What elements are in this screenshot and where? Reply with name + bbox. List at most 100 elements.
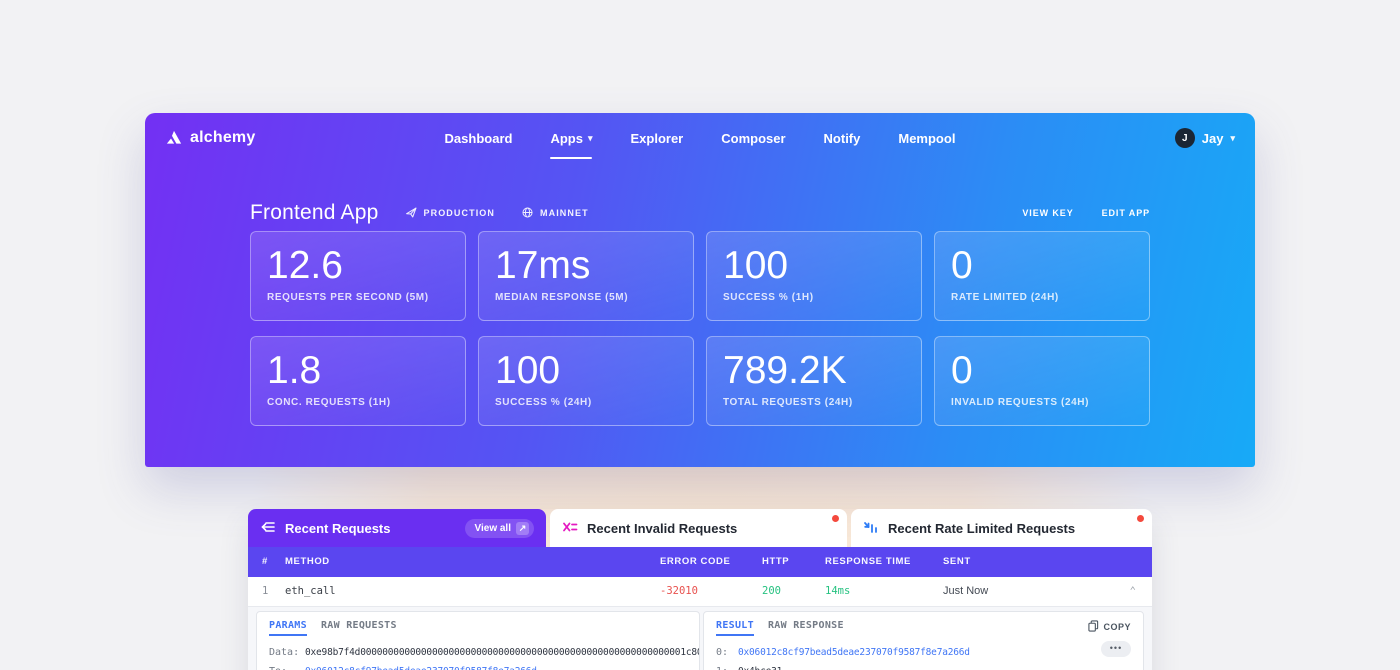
collapse-row-icon[interactable]: ⌃ xyxy=(1130,577,1136,606)
stat-median-response: 17ms MEDIAN RESPONSE (5M) xyxy=(478,231,694,321)
production-badge-label: PRODUCTION xyxy=(424,208,496,218)
tab-raw-requests[interactable]: RAW REQUESTS xyxy=(321,620,397,636)
top-navbar: alchemy Dashboard Apps ▾ Explorer Compos… xyxy=(145,113,1255,163)
mainnet-badge-label: MAINNET xyxy=(540,208,589,218)
view-key-button[interactable]: VIEW KEY xyxy=(1022,208,1073,218)
nav-dashboard[interactable]: Dashboard xyxy=(445,131,513,146)
result-tabs: RESULT RAW RESPONSE xyxy=(716,620,1131,636)
chevron-down-icon: ▾ xyxy=(1230,133,1235,144)
stat-requests-per-second: 12.6 REQUESTS PER SECOND (5M) xyxy=(250,231,466,321)
tab-recent-requests[interactable]: Recent Requests View all ↗ xyxy=(248,509,546,547)
notification-dot xyxy=(832,515,839,522)
stat-success-1h: 100 SUCCESS % (1H) xyxy=(706,231,922,321)
tab-label: Recent Rate Limited Requests xyxy=(888,521,1075,536)
stat-value: 0 xyxy=(951,349,1133,393)
app-header: Frontend App PRODUCTION MAINNET VIEW KEY… xyxy=(250,201,1150,225)
copy-icon xyxy=(1088,620,1099,634)
tab-result[interactable]: RESULT xyxy=(716,620,754,636)
row-http-status: 200 xyxy=(762,577,781,606)
avatar: J xyxy=(1175,128,1195,148)
stat-value: 12.6 xyxy=(267,244,449,288)
stat-value: 100 xyxy=(723,244,905,288)
table-row[interactable]: 1 eth_call -32010 200 14ms Just Now ⌃ xyxy=(248,577,1152,607)
view-all-button[interactable]: View all ↗ xyxy=(465,519,534,538)
arrow-up-right-icon: ↗ xyxy=(516,522,529,535)
result-row-1: 1: 0x4bce31 xyxy=(716,663,1131,670)
stat-concurrent-requests: 1.8 CONC. REQUESTS (1H) xyxy=(250,336,466,426)
stat-value: 1.8 xyxy=(267,349,449,393)
param-data-row: Data: 0xe98b7f4d000000000000000000000000… xyxy=(269,644,687,663)
stat-label: CONC. REQUESTS (1H) xyxy=(267,397,449,408)
stat-label: RATE LIMITED (24H) xyxy=(951,292,1133,303)
recent-requests-panel: Recent Requests View all ↗ Recent Invali… xyxy=(248,509,1152,670)
tab-recent-invalid-requests[interactable]: Recent Invalid Requests xyxy=(550,509,847,547)
tab-recent-rate-limited-requests[interactable]: Recent Rate Limited Requests xyxy=(851,509,1152,547)
edit-app-button[interactable]: EDIT APP xyxy=(1102,208,1150,218)
column-error-code: ERROR CODE xyxy=(660,547,730,577)
request-result-panel: RESULT RAW RESPONSE 0: 0x06012c8cf97bead… xyxy=(703,611,1144,670)
column-sent: SENT xyxy=(943,547,971,577)
stat-success-24h: 100 SUCCESS % (24H) xyxy=(478,336,694,426)
column-response-time: RESPONSE TIME xyxy=(825,547,911,577)
notification-dot xyxy=(1137,515,1144,522)
stat-total-requests: 789.2K TOTAL REQUESTS (24H) xyxy=(706,336,922,426)
stat-label: SUCCESS % (1H) xyxy=(723,292,905,303)
request-params-panel: PARAMS RAW REQUESTS Data: 0xe98b7f4d0000… xyxy=(256,611,700,670)
stat-value: 0 xyxy=(951,244,1133,288)
nav-composer[interactable]: Composer xyxy=(721,131,785,146)
result-row-0: 0: 0x06012c8cf97bead5deae237070f9587f8e7… xyxy=(716,644,1131,663)
stat-rate-limited: 0 RATE LIMITED (24H) xyxy=(934,231,1150,321)
param-to-address-link[interactable]: 0x06012c8cf97bead5deae237070f9587f8e7a26… xyxy=(305,663,537,670)
invalid-requests-icon xyxy=(562,520,578,537)
column-index: # xyxy=(262,547,268,577)
column-method: METHOD xyxy=(285,547,330,577)
rocket-icon xyxy=(405,206,418,221)
rate-limited-icon xyxy=(863,520,879,537)
result-value: 0x4bce31 xyxy=(738,663,782,670)
param-label: To: xyxy=(269,663,305,670)
result-address-link[interactable]: 0x06012c8cf97bead5deae237070f9587f8e7a26… xyxy=(738,644,970,663)
nav-notify[interactable]: Notify xyxy=(824,131,861,146)
view-all-label: View all xyxy=(474,523,511,534)
row-index: 1 xyxy=(262,577,268,606)
chevron-down-icon: ▾ xyxy=(588,133,593,144)
copy-label: COPY xyxy=(1103,622,1131,632)
nav-mempool[interactable]: Mempool xyxy=(898,131,955,146)
stat-label: MEDIAN RESPONSE (5M) xyxy=(495,292,677,303)
stat-value: 17ms xyxy=(495,244,677,288)
more-options-button[interactable]: ••• xyxy=(1101,641,1131,657)
param-to-row: To: 0x06012c8cf97bead5deae237070f9587f8e… xyxy=(269,663,687,670)
copy-button[interactable]: COPY xyxy=(1088,620,1131,634)
user-menu[interactable]: J Jay ▾ xyxy=(1175,113,1235,163)
param-label: Data: xyxy=(269,644,305,663)
requests-icon xyxy=(260,519,276,538)
params-tabs: PARAMS RAW REQUESTS xyxy=(269,620,687,636)
mainnet-badge: MAINNET xyxy=(521,206,589,221)
stat-invalid-requests: 0 INVALID REQUESTS (24H) xyxy=(934,336,1150,426)
param-data-value: 0xe98b7f4d000000000000000000000000000000… xyxy=(305,644,700,663)
tab-raw-response[interactable]: RAW RESPONSE xyxy=(768,620,844,636)
row-sent: Just Now xyxy=(943,577,988,606)
tab-label: Recent Invalid Requests xyxy=(587,521,737,536)
nav-apps[interactable]: Apps ▾ xyxy=(550,131,592,146)
stat-label: INVALID REQUESTS (24H) xyxy=(951,397,1133,408)
production-badge: PRODUCTION xyxy=(405,206,496,221)
tab-params[interactable]: PARAMS xyxy=(269,620,307,636)
row-response-time: 14ms xyxy=(825,577,850,606)
stat-label: SUCCESS % (24H) xyxy=(495,397,677,408)
row-error-code: -32010 xyxy=(660,577,698,606)
request-detail: PARAMS RAW REQUESTS Data: 0xe98b7f4d0000… xyxy=(248,607,1152,670)
nav-explorer[interactable]: Explorer xyxy=(630,131,683,146)
column-http: HTTP xyxy=(762,547,789,577)
result-label: 0: xyxy=(716,644,738,663)
app-actions: VIEW KEY EDIT APP xyxy=(1022,208,1150,218)
globe-icon xyxy=(521,206,534,221)
stat-label: TOTAL REQUESTS (24H) xyxy=(723,397,905,408)
stats-grid: 12.6 REQUESTS PER SECOND (5M) 17ms MEDIA… xyxy=(250,231,1150,426)
stat-label: REQUESTS PER SECOND (5M) xyxy=(267,292,449,303)
stat-value: 789.2K xyxy=(723,349,905,393)
app-dashboard-panel: alchemy Dashboard Apps ▾ Explorer Compos… xyxy=(145,113,1255,467)
nav-apps-label: Apps xyxy=(550,131,583,146)
stat-value: 100 xyxy=(495,349,677,393)
row-method: eth_call xyxy=(285,577,336,606)
